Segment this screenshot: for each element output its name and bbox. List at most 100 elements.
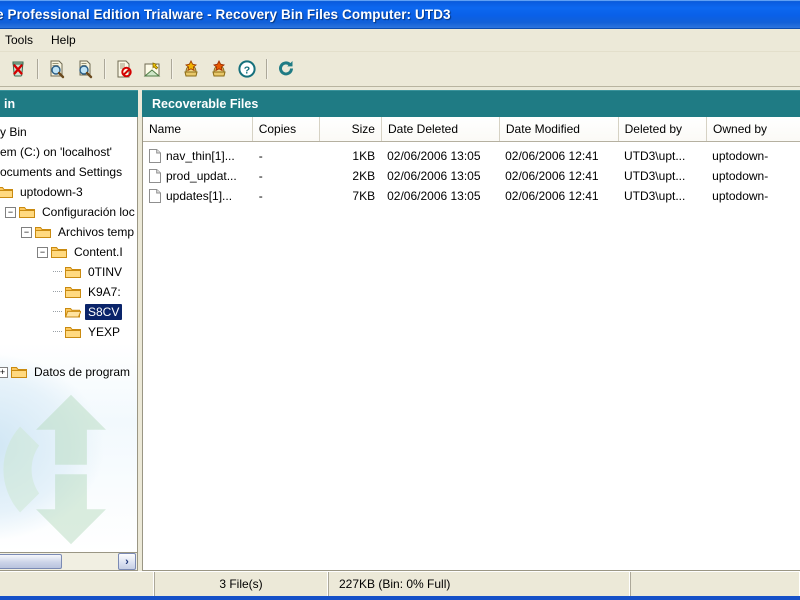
column-header-owned-by[interactable]: Owned by — [707, 117, 800, 141]
window-title: e Professional Edition Trialware - Recov… — [0, 6, 451, 22]
menu-item-tools[interactable]: Tools — [0, 31, 42, 49]
tree-item-documents-and-settings[interactable]: ocuments and Settings — [0, 162, 137, 182]
column-header-deleted-by[interactable]: Deleted by — [618, 117, 708, 141]
cell-owned-by: uptodown- — [712, 169, 769, 183]
cell-owned-by: uptodown- — [712, 149, 769, 163]
scrollbar-thumb[interactable] — [0, 554, 62, 569]
tree-item-system-drive[interactable]: em (C:) on 'localhost' — [0, 142, 137, 162]
table-row[interactable]: updates[1]... - 7KB 02/06/2006 13:05 02/… — [143, 186, 800, 206]
toolbar-separator-1 — [37, 59, 38, 79]
table-row[interactable]: prod_updat... - 2KB 02/06/2006 13:05 02/… — [143, 166, 800, 186]
main-body: in y Bin em (C:) on 'localhost' ocuments… — [0, 87, 800, 571]
status-bar: 3 File(s) 227KB (Bin: 0% Full) — [0, 571, 800, 596]
tree-item-label: em (C:) on 'localhost' — [0, 145, 112, 159]
status-bin-size: 227KB (Bin: 0% Full) — [328, 572, 630, 596]
menu-bar: Tools Help — [0, 29, 800, 52]
cell-name: prod_updat... — [143, 169, 253, 183]
tree-pane-header: in — [0, 90, 138, 117]
toolbar-separator-3 — [171, 59, 172, 79]
refresh-button[interactable] — [272, 55, 300, 83]
tree-item-content-ie5[interactable]: − Content.I — [0, 242, 137, 262]
column-header-name[interactable]: Name — [143, 117, 253, 141]
collapse-toggle-icon[interactable]: − — [37, 246, 48, 258]
file-icon — [149, 149, 161, 163]
folder-open-icon — [65, 306, 81, 319]
folder-icon — [19, 206, 35, 219]
collapse-toggle-icon[interactable]: − — [21, 226, 32, 238]
cell-size: 7KB — [352, 189, 376, 203]
tree-item-cache-yexp[interactable]: YEXP — [0, 322, 137, 342]
folder-icon — [51, 246, 67, 259]
toolbar: ? — [0, 52, 800, 87]
tree-item-label: 0TINV — [88, 265, 123, 279]
search-icon — [50, 60, 65, 79]
find-button[interactable] — [43, 55, 71, 83]
cell-name: nav_thin[1]... — [143, 149, 253, 163]
tree-connector-line — [53, 271, 62, 273]
scroll-right-arrow-icon[interactable]: › — [118, 553, 136, 570]
recover-file-button[interactable] — [138, 55, 166, 83]
tree-pane-header-label: in — [4, 97, 16, 111]
help-button[interactable]: ? — [233, 55, 261, 83]
file-name-label: prod_updat... — [166, 169, 237, 183]
file-icon — [149, 169, 161, 183]
tree-item-archivos-temporales[interactable]: − Archivos temp — [0, 222, 137, 242]
tree-item-cache-k9a7[interactable]: K9A7: — [0, 282, 137, 302]
options-button[interactable] — [205, 55, 233, 83]
tree-item-label: YEXP — [88, 325, 121, 339]
folder-icon — [11, 366, 27, 379]
title-bar: e Professional Edition Trialware - Recov… — [0, 0, 800, 29]
cell-date-modified: 02/06/2006 12:41 — [505, 169, 599, 183]
column-header-size[interactable]: Size — [319, 117, 382, 141]
folder-icon — [0, 186, 13, 199]
tree-view[interactable]: y Bin em (C:) on 'localhost' ocuments an… — [0, 117, 138, 553]
folder-icon — [65, 286, 81, 299]
tree-item-datos-de-programa[interactable]: + Datos de program — [0, 362, 137, 382]
cell-deleted-by: UTD3\upt... — [623, 169, 686, 183]
tree-item-cache-s8cv-selected[interactable]: S8CV — [0, 302, 137, 322]
file-list-header-label: Recoverable Files — [152, 97, 259, 111]
delete-bin-icon — [12, 61, 24, 77]
tree-item-label: K9A7: — [88, 285, 121, 299]
expand-toggle-icon[interactable]: + — [0, 366, 8, 378]
menu-item-help[interactable]: Help — [42, 31, 85, 49]
cell-date-deleted: 02/06/2006 13:05 — [387, 189, 481, 203]
file-list-view[interactable]: Name Copies Size Date Deleted Date Modif… — [142, 117, 800, 571]
recover-file-icon — [143, 62, 161, 77]
cell-date-deleted: 02/06/2006 13:05 — [387, 149, 481, 163]
column-header-copies[interactable]: Copies — [252, 117, 320, 141]
tree-item-label: Archivos temp — [58, 225, 135, 239]
purge-file-icon — [117, 60, 132, 78]
properties-button[interactable] — [177, 55, 205, 83]
tree-connector-line — [53, 291, 62, 293]
tree-item-recovery-bin[interactable]: y Bin — [0, 122, 137, 142]
cell-deleted-by: UTD3\upt... — [623, 189, 686, 203]
cell-date-deleted: 02/06/2006 13:05 — [387, 169, 481, 183]
folder-icon — [35, 226, 51, 239]
table-row[interactable]: nav_thin[1]... - 1KB 02/06/2006 13:05 02… — [143, 146, 800, 166]
tree-item-cache-0tinv[interactable]: 0TINV — [0, 262, 137, 282]
cell-date-modified: 02/06/2006 12:41 — [505, 189, 599, 203]
file-name-label: updates[1]... — [166, 189, 233, 203]
collapse-toggle-icon[interactable]: − — [5, 206, 16, 218]
tree-items: y Bin em (C:) on 'localhost' ocuments an… — [0, 117, 137, 552]
properties-alt-icon — [212, 59, 226, 77]
tree-item-label: Content.I — [74, 245, 123, 259]
help-icon: ? — [238, 60, 256, 78]
folder-icon — [65, 266, 81, 279]
column-header-date-deleted[interactable]: Date Deleted — [381, 117, 500, 141]
purge-file-button[interactable] — [110, 55, 138, 83]
tree-item-uptodown-3[interactable]: uptodown-3 — [0, 182, 137, 202]
tree-horizontal-scrollbar[interactable]: › — [0, 553, 138, 571]
refresh-icon — [279, 61, 293, 76]
column-header-date-modified[interactable]: Date Modified — [499, 117, 619, 141]
tree-item-label: S8CV — [85, 304, 123, 320]
toolbar-separator-4 — [266, 59, 267, 79]
find-next-button[interactable] — [71, 55, 99, 83]
tree-connector-line — [53, 311, 62, 313]
tree-item-label: Datos de program — [34, 365, 131, 379]
properties-icon — [184, 59, 198, 77]
tree-item-configuracion-local[interactable]: − Configuración loc — [0, 202, 137, 222]
delete-bin-button[interactable] — [4, 55, 32, 83]
file-list-header: Recoverable Files — [142, 90, 800, 117]
